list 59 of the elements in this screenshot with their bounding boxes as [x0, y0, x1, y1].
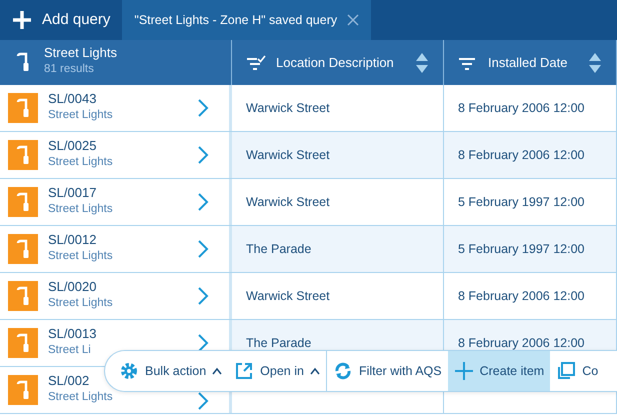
item-id: SL/0012 — [48, 232, 98, 248]
sort-icon — [588, 52, 602, 74]
table-cell-text: Warwick Street — [246, 194, 330, 211]
chevron-right-icon — [197, 145, 209, 165]
street-light-icon — [8, 281, 38, 311]
street-light-icon — [8, 93, 38, 123]
plus-icon — [454, 361, 474, 381]
table-cell-text: Warwick Street — [246, 146, 330, 164]
table-cell-text: 8 February 2006 12:00 — [458, 288, 584, 305]
list-title: Street Lights — [44, 46, 117, 62]
refresh-icon — [332, 361, 353, 381]
item-type: Street Lights — [48, 108, 114, 123]
sort-icon — [415, 52, 429, 74]
chevron-right-icon — [197, 333, 209, 353]
item-type: Street Lights — [48, 390, 114, 405]
item-id: SL/0017 — [48, 186, 98, 201]
item-type: Street Lights — [48, 248, 114, 264]
result-count: 81 results — [44, 62, 95, 78]
table-cell-text: 8 February 2006 12:00 — [458, 146, 584, 164]
plus-icon — [12, 10, 32, 30]
column-header[interactable]: Location Description — [232, 40, 444, 85]
chevron-right-icon — [197, 192, 209, 212]
copy-icon — [556, 361, 576, 381]
item-type: Street Lights — [48, 154, 114, 170]
toolbar-button[interactable]: Open in — [228, 351, 326, 391]
table-cell-text: Warwick Street — [246, 288, 330, 305]
toolbar-button[interactable]: Create item — [448, 351, 550, 391]
item-id: SL/0020 — [48, 280, 98, 295]
column-header[interactable]: Installed Date — [444, 40, 617, 85]
item-id: SL/0025 — [48, 138, 98, 154]
item-id: SL/0043 — [48, 92, 98, 107]
close-icon[interactable] — [347, 14, 360, 26]
table-cell-text: 8 February 2006 12:00 — [458, 100, 584, 117]
item-id: SL/0013 — [48, 326, 98, 342]
external-link-icon — [234, 361, 254, 381]
street-light-icon — [8, 375, 38, 405]
chevron-right-icon — [197, 239, 209, 259]
gear-icon — [119, 361, 139, 381]
item-type: Street Lights — [48, 296, 114, 311]
toolbar-button[interactable]: Co — [550, 351, 598, 391]
item-type: Street Lights — [48, 202, 114, 217]
chevron-right-icon — [197, 98, 209, 118]
table-cell-text: The Parade — [246, 334, 312, 352]
query-tab[interactable]: "Street Lights - Zone H" saved query — [122, 0, 372, 40]
table-cell-text: 8 February 2006 12:00 — [458, 334, 584, 352]
street-light-icon — [8, 328, 38, 358]
table-cell-text: 5 February 1997 12:00 — [458, 240, 584, 258]
chevron-right-icon — [197, 286, 209, 306]
table-cell-text: The Parade — [246, 240, 312, 258]
street-light-icon — [8, 234, 38, 264]
street-light-icon — [8, 187, 38, 217]
street-light-icon — [8, 140, 38, 170]
chevron-right-icon — [197, 391, 209, 411]
table-cell-text: Warwick Street — [246, 100, 330, 117]
toolbar-button[interactable]: Filter with AQS — [326, 351, 448, 391]
item-id: SL/002 — [48, 374, 90, 389]
table-cell-text: 5 February 1997 12:00 — [458, 194, 584, 211]
item-type: Street Li — [48, 342, 92, 358]
toolbar-button[interactable]: Bulk action — [113, 351, 228, 391]
